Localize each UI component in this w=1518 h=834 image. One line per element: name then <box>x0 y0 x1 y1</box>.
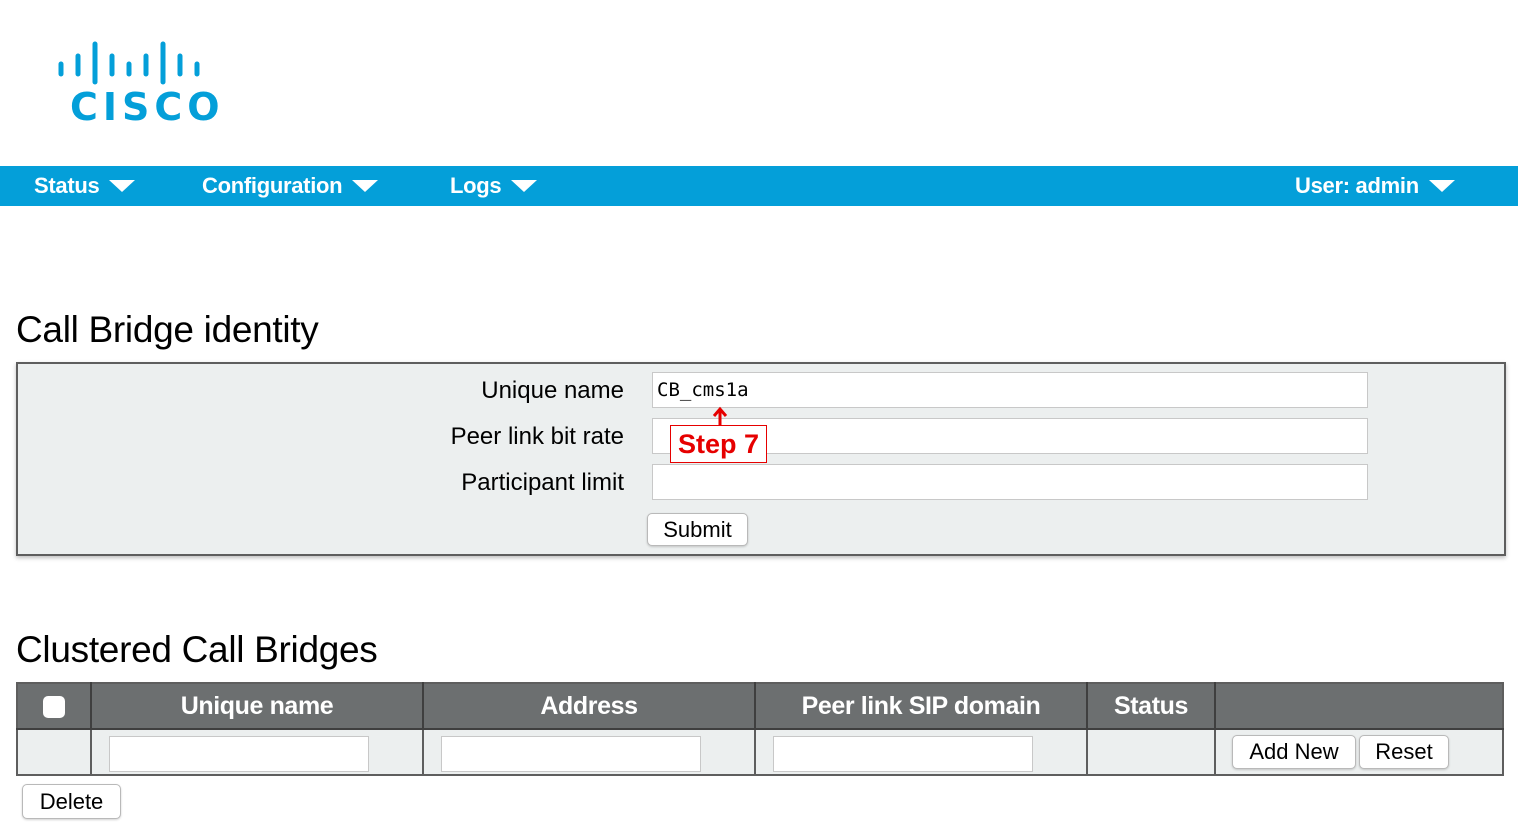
actions-cell: Add New Reset <box>1215 729 1503 775</box>
chevron-down-icon <box>352 180 379 192</box>
delete-button[interactable]: Delete <box>22 784 121 819</box>
column-header-peer-link-sip-domain: Peer link SIP domain <box>755 683 1088 730</box>
cisco-wordmark: CISCO <box>70 85 225 129</box>
call-bridge-identity-heading: Call Bridge identity <box>16 309 319 350</box>
clustered-call-bridges-heading: Clustered Call Bridges <box>16 629 378 670</box>
select-all-checkbox[interactable] <box>43 695 65 718</box>
select-all-header <box>17 683 92 730</box>
status-cell <box>1087 729 1216 775</box>
unique-name-input[interactable] <box>652 372 1368 408</box>
address-cell <box>423 729 756 775</box>
nav-logs-menu[interactable]: Logs <box>450 166 538 206</box>
column-header-actions <box>1215 683 1503 730</box>
submit-button[interactable]: Submit <box>647 513 748 546</box>
participant-limit-input[interactable] <box>652 464 1368 500</box>
nav-user-label: User: admin <box>1295 173 1419 198</box>
column-header-unique-name: Unique name <box>91 683 424 730</box>
chevron-down-icon <box>511 180 538 192</box>
column-header-address: Address <box>423 683 756 730</box>
reset-button[interactable]: Reset <box>1359 735 1449 769</box>
table-row: Add New Reset <box>17 729 1503 775</box>
participant-limit-label: Participant limit <box>461 469 624 496</box>
new-peer-link-sip-domain-input[interactable] <box>773 736 1033 772</box>
table-header-row: Unique name Address Peer link SIP domain… <box>17 683 1503 730</box>
chevron-down-icon <box>1428 180 1455 192</box>
unique-name-cell <box>91 729 424 775</box>
nav-user-menu[interactable]: User: admin <box>1295 166 1455 206</box>
column-header-status: Status <box>1087 683 1216 730</box>
add-new-button[interactable]: Add New <box>1232 735 1356 769</box>
clustered-call-bridges-table: Unique name Address Peer link SIP domain… <box>16 682 1504 776</box>
new-unique-name-input[interactable] <box>109 736 369 772</box>
nav-status-menu[interactable]: Status <box>34 166 136 206</box>
nav-configuration-label: Configuration <box>202 173 343 198</box>
peer-link-sip-domain-cell <box>755 729 1088 775</box>
cisco-bars-icon <box>58 41 200 85</box>
nav-configuration-menu[interactable]: Configuration <box>202 166 379 206</box>
nav-logs-label: Logs <box>450 173 502 198</box>
new-address-input[interactable] <box>441 736 701 772</box>
nav-status-label: Status <box>34 173 100 198</box>
peer-link-bit-rate-label: Peer link bit rate <box>450 423 624 450</box>
main-nav-bar: Status Configuration Logs User: admin <box>0 166 1518 206</box>
row-checkbox-cell <box>17 729 92 775</box>
chevron-down-icon <box>109 180 136 192</box>
unique-name-label: Unique name <box>481 377 624 404</box>
cisco-logo: CISCO <box>56 40 220 126</box>
step-annotation: Step 7 <box>670 425 767 463</box>
